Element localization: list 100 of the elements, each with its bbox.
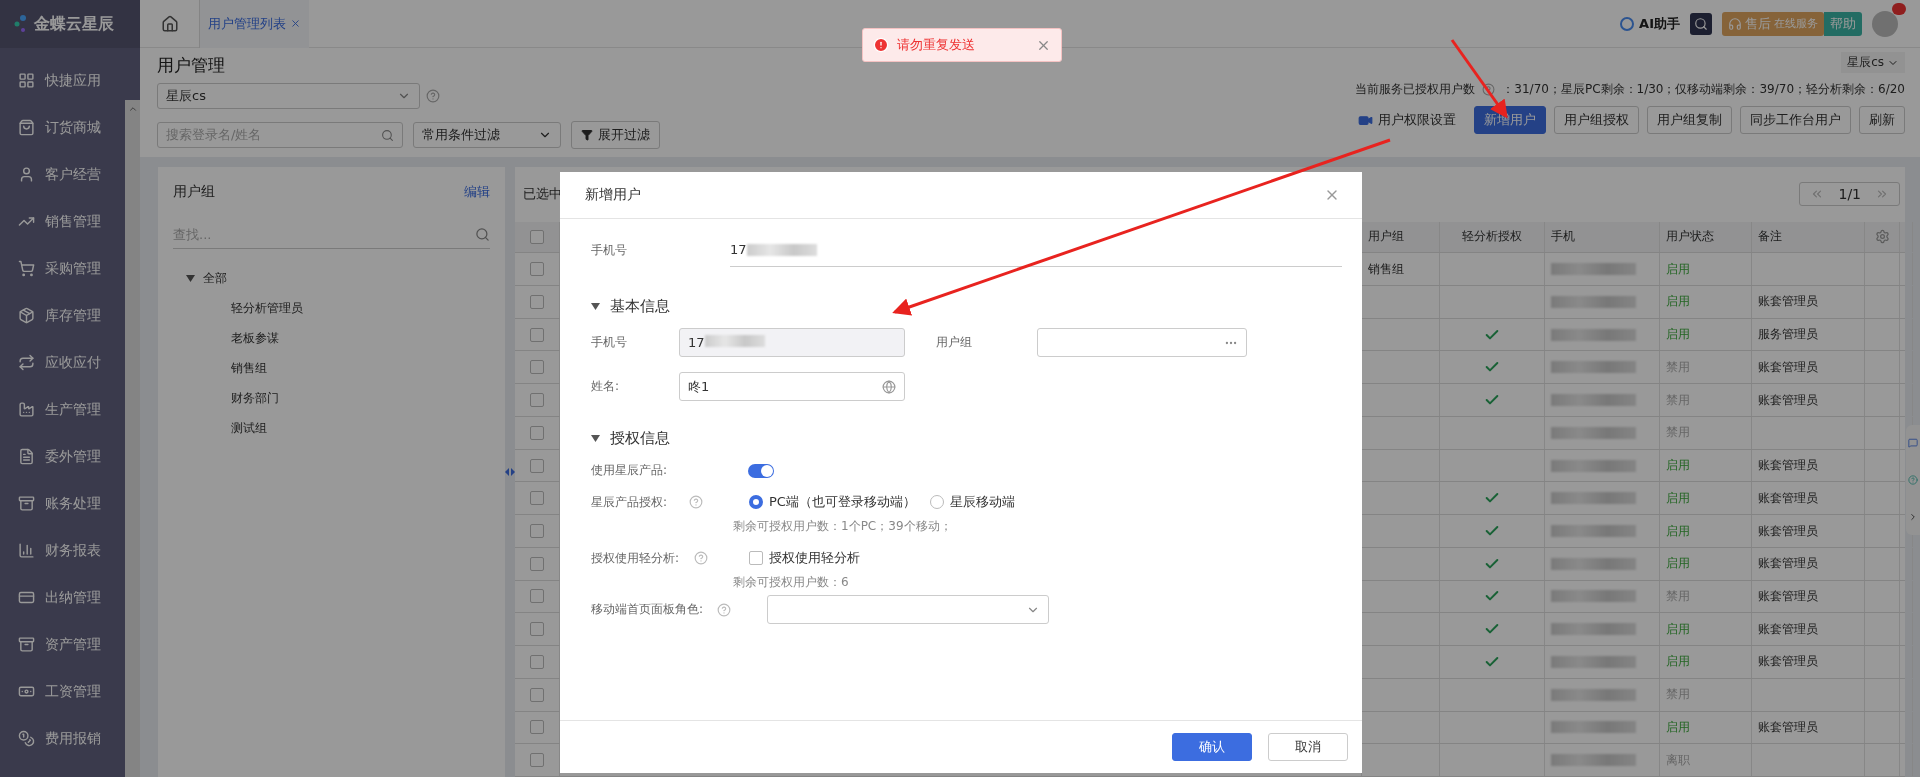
radio-button[interactable] — [929, 495, 944, 509]
section-title: 基本信息 — [610, 297, 670, 316]
sidebar-item[interactable]: 资产管理 — [45, 635, 101, 654]
checkbox[interactable] — [530, 393, 544, 408]
confirm-button[interactable]: 确认 — [1172, 733, 1252, 761]
tree-item[interactable]: 销售组 — [231, 359, 267, 377]
menu-icon — [18, 401, 35, 418]
ring-icon — [1619, 15, 1636, 32]
collapse-icon[interactable] — [591, 302, 600, 311]
chat-icon[interactable] — [1908, 438, 1918, 449]
toggle-switch[interactable] — [748, 463, 774, 478]
radio-option[interactable]: 星辰移动端 — [929, 493, 1015, 511]
expand-icon[interactable] — [1908, 511, 1918, 522]
checkbox[interactable] — [749, 551, 763, 565]
scroll-up-icon[interactable] — [127, 104, 138, 114]
role-select[interactable] — [767, 595, 1050, 624]
tree-item[interactable]: 财务部门 — [231, 389, 279, 407]
stats-text: ：31/70；星辰PC剩余：1/30；仅移动端剩余：39/70；轻分析剩余：6/20 — [1502, 81, 1905, 98]
help-icon — [717, 602, 732, 617]
edit-link[interactable]: 编辑 — [464, 183, 490, 201]
account-select[interactable]: 星辰cs — [157, 83, 420, 109]
avatar[interactable] — [1872, 10, 1898, 37]
checkbox[interactable] — [530, 425, 544, 440]
checkbox[interactable] — [530, 720, 544, 735]
globe-icon[interactable] — [882, 379, 896, 394]
splitter-handle[interactable] — [505, 468, 515, 476]
sidebar-item[interactable]: 出纳管理 — [45, 588, 101, 607]
checkbox[interactable] — [530, 556, 544, 571]
checkbox[interactable] — [530, 294, 544, 309]
sidebar-item[interactable]: 快捷应用 — [45, 71, 101, 90]
logo-icon — [14, 15, 28, 33]
sidebar-item[interactable]: 生产管理 — [45, 400, 101, 419]
selection-info: 已选中 — [523, 185, 562, 204]
help-icon — [426, 89, 440, 103]
radio-button[interactable] — [749, 495, 763, 509]
sidebar-item[interactable]: 采购管理 — [45, 259, 101, 278]
sidebar-item[interactable]: 应收应付 — [45, 353, 101, 372]
menu-icon — [18, 72, 35, 89]
section-title: 授权信息 — [610, 429, 670, 448]
help-icon — [689, 495, 703, 509]
collapse-icon[interactable] — [591, 434, 600, 443]
expand-filter-button[interactable]: 展开过滤 — [571, 121, 660, 149]
field-label: 星辰产品授权: — [591, 493, 669, 511]
checkbox[interactable] — [530, 262, 544, 277]
table-cell: 启用 — [1660, 253, 1752, 285]
checkbox[interactable] — [530, 491, 544, 506]
checkbox[interactable] — [530, 524, 544, 538]
checkbox[interactable] — [530, 229, 544, 244]
table-cell: 启用 — [1660, 547, 1752, 580]
checkbox[interactable] — [530, 654, 544, 669]
checkbox[interactable] — [530, 622, 544, 637]
table-cell: 启用 — [1660, 449, 1752, 482]
sidebar-item[interactable]: 销售管理 — [45, 212, 101, 231]
table-cell: 账套管理员 — [1752, 384, 1865, 416]
sidebar-item[interactable]: 库存管理 — [45, 306, 101, 325]
sidebar-item[interactable]: 工资管理 — [45, 682, 101, 701]
column-header: 轻分析授权 — [1440, 221, 1545, 253]
phone-field[interactable]: 17 — [730, 233, 1342, 267]
caret-icon[interactable] — [186, 273, 195, 283]
sidebar-item[interactable]: 财务报表 — [45, 541, 101, 560]
page-tab[interactable]: 用户管理列表 — [200, 0, 309, 48]
permission-link[interactable]: 用户权限设置 — [1348, 106, 1466, 134]
name-input[interactable]: 咚1 — [679, 372, 905, 401]
settings-icon[interactable] — [1874, 229, 1890, 245]
sidebar-item[interactable]: 订货商城 — [45, 118, 101, 137]
sidebar-item[interactable]: 费用报销 — [45, 729, 101, 748]
tree-item[interactable]: 测试组 — [231, 419, 267, 437]
toolbar-button[interactable]: 用户组授权 — [1554, 106, 1639, 134]
close-icon[interactable] — [290, 18, 301, 29]
radio-option[interactable]: PC端（也可登录移动端） — [749, 493, 916, 511]
cancel-button[interactable]: 取消 — [1268, 733, 1348, 761]
ai-assistant-link[interactable]: AI助手 — [1619, 14, 1680, 33]
menu-icon — [18, 448, 35, 465]
search-icon — [1694, 16, 1708, 31]
tree-item[interactable]: 全部 — [203, 269, 227, 287]
group-input[interactable] — [1037, 328, 1247, 357]
checkbox[interactable] — [530, 458, 544, 473]
toolbar-button[interactable]: 同步工作台用户 — [1740, 106, 1851, 134]
checkbox[interactable] — [530, 360, 544, 375]
sidebar-item[interactable]: 客户经营 — [45, 165, 101, 184]
phone-input[interactable]: 17 — [679, 328, 905, 357]
filter-select[interactable]: 常用条件过滤 — [413, 122, 561, 148]
toolbar-button[interactable]: 用户组复制 — [1647, 106, 1732, 134]
checkbox[interactable] — [530, 753, 544, 768]
account-menu[interactable]: 星辰cs — [1841, 52, 1905, 73]
checkbox[interactable] — [530, 327, 544, 342]
sidebar-item[interactable]: 委外管理 — [45, 447, 101, 466]
help-icon[interactable] — [1908, 475, 1918, 485]
sidebar-item[interactable]: 账务处理 — [45, 494, 101, 513]
tree-item[interactable]: 轻分析管理员 — [231, 299, 303, 317]
checkbox[interactable] — [530, 589, 544, 604]
search-button[interactable] — [1690, 12, 1712, 35]
menu-icon — [18, 307, 35, 324]
page-title: 用户管理 — [157, 54, 226, 77]
tree-item[interactable]: 老板参谋 — [231, 329, 279, 347]
toolbar-button[interactable]: 刷新 — [1859, 106, 1905, 134]
checkbox[interactable] — [530, 687, 544, 702]
checkbox-option[interactable]: 授权使用轻分析 — [749, 549, 860, 567]
menu-icon — [18, 542, 35, 559]
menu-icon — [18, 495, 35, 512]
